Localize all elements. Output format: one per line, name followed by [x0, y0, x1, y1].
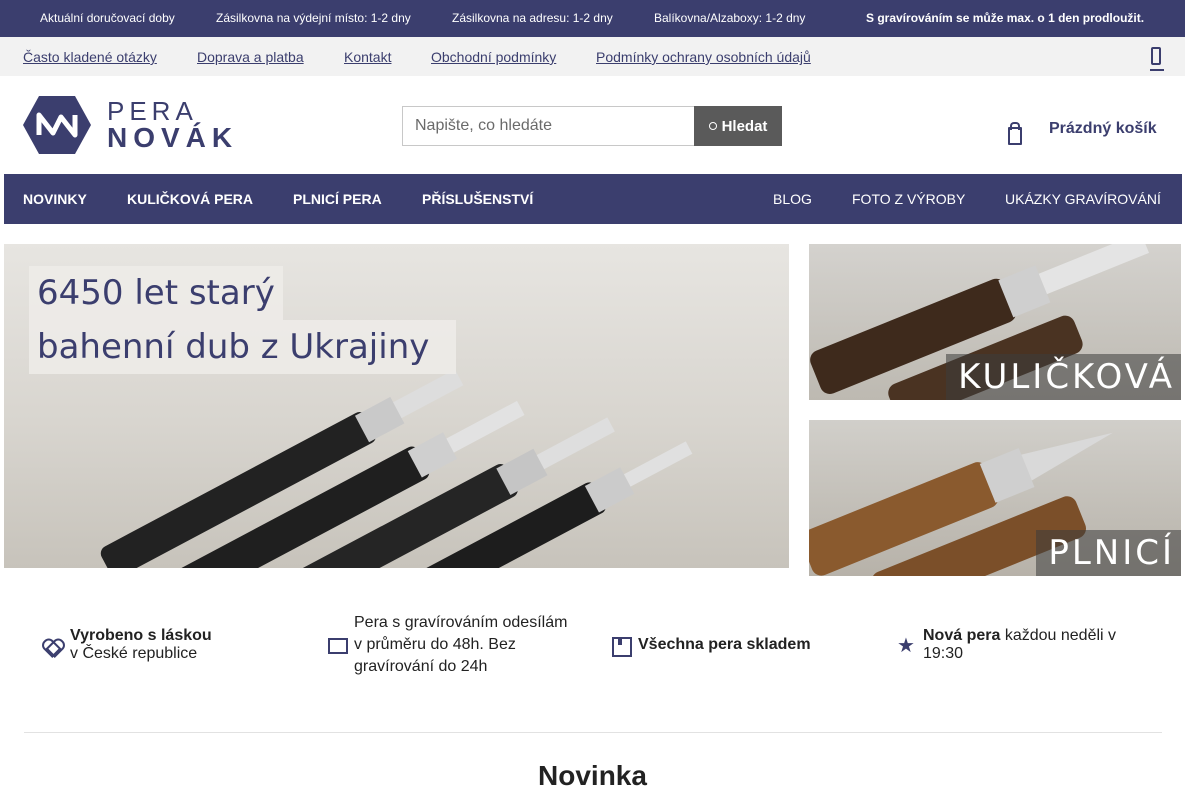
star-icon — [897, 632, 915, 658]
feature-bold: Vyrobeno s láskou — [70, 627, 212, 644]
truck-icon — [328, 632, 348, 658]
login-icon[interactable] — [1150, 45, 1164, 71]
nav-item-accessories[interactable]: PŘÍSLUŠENSTVÍ — [422, 191, 533, 207]
logo-mark-icon — [23, 96, 91, 154]
faq-link[interactable]: Často kladené otázky — [23, 49, 157, 65]
search-icon — [708, 122, 717, 130]
fountain-banner[interactable]: PLNICÍ — [809, 420, 1181, 576]
delivery-info-bar: Aktuální doručovací doby Zásilkovna na v… — [0, 0, 1185, 37]
privacy-link[interactable]: Podmínky ochrany osobních údajů — [596, 49, 811, 65]
nav-item-production-photos[interactable]: FOTO Z VÝROBY — [852, 191, 965, 207]
delivery-info-item: Zásilkovna na adresu: 1-2 dny — [452, 11, 613, 25]
feature-bold: Všechna pera skladem — [638, 636, 811, 653]
section-title: Novinka — [538, 760, 647, 791]
nav-item-blog[interactable]: BLOG — [773, 191, 812, 207]
delivery-info-item: Zásilkovna na výdejní místo: 1-2 dny — [216, 11, 411, 25]
logo[interactable]: PERA NOVÁK — [23, 95, 232, 157]
main-banner[interactable]: 6450 let starý bahenní dub z Ukrajiny — [4, 244, 789, 568]
main-nav: NOVINKY KULIČKOVÁ PERA PLNICÍ PERA PŘÍSL… — [4, 174, 1182, 224]
feature-in-stock: Všechna pera skladem — [612, 615, 852, 675]
cart-label: Prázdný košík — [1049, 120, 1157, 137]
banner-headline-line2: bahenní dub z Ukrajiny — [29, 320, 456, 374]
delivery-info-item: Aktuální doručovací doby — [40, 11, 175, 25]
feature-text: v České republice — [70, 645, 198, 662]
section-divider — [24, 732, 1162, 733]
ballpoint-banner[interactable]: KULIČKOVÁ — [809, 244, 1181, 400]
feature-new-pens: Nová pera každou neděli v 19:30 — [897, 615, 1157, 675]
fountain-banner-label: PLNICÍ — [1036, 530, 1181, 576]
feature-text: Pera s gravírováním odesílám v průměru d… — [354, 614, 568, 675]
terms-link[interactable]: Obchodní podmínky — [431, 49, 556, 65]
feature-made-with-love: Vyrobeno s láskou v České republice — [44, 615, 284, 675]
delivery-info-item: Balíkovna/Alzaboxy: 1-2 dny — [654, 11, 806, 25]
search-button-label: Hledat — [721, 117, 768, 135]
logo-text-novak: NOVÁK — [107, 122, 239, 153]
shipping-payment-link[interactable]: Doprava a platba — [197, 49, 304, 65]
heart-icon — [44, 632, 60, 658]
feature-bold: Nová pera — [923, 627, 1001, 644]
nav-item-novinky[interactable]: NOVINKY — [23, 191, 87, 207]
banner-headline-line1: 6450 let starý — [29, 266, 283, 320]
nav-item-fountain[interactable]: PLNICÍ PERA — [293, 191, 382, 207]
box-icon — [612, 632, 632, 658]
top-links-bar: Často kladené otázky Doprava a platba Ko… — [0, 37, 1185, 76]
search-button[interactable]: Hledat — [694, 106, 782, 146]
engraving-warning: S gravírováním se může max. o 1 den prod… — [866, 11, 1145, 25]
search-input[interactable] — [402, 106, 695, 146]
cart-icon — [1006, 121, 1022, 145]
nav-item-ballpoint[interactable]: KULIČKOVÁ PERA — [127, 191, 253, 207]
feature-shipping: Pera s gravírováním odesílám v průměru d… — [328, 614, 568, 675]
nav-item-engraving-samples[interactable]: UKÁZKY GRAVÍROVÁNÍ — [1005, 191, 1161, 207]
contact-link[interactable]: Kontakt — [344, 49, 391, 65]
cart[interactable]: Prázdný košík — [1006, 118, 1157, 146]
ballpoint-banner-label: KULIČKOVÁ — [946, 354, 1181, 400]
search-bar: Hledat — [402, 106, 782, 146]
